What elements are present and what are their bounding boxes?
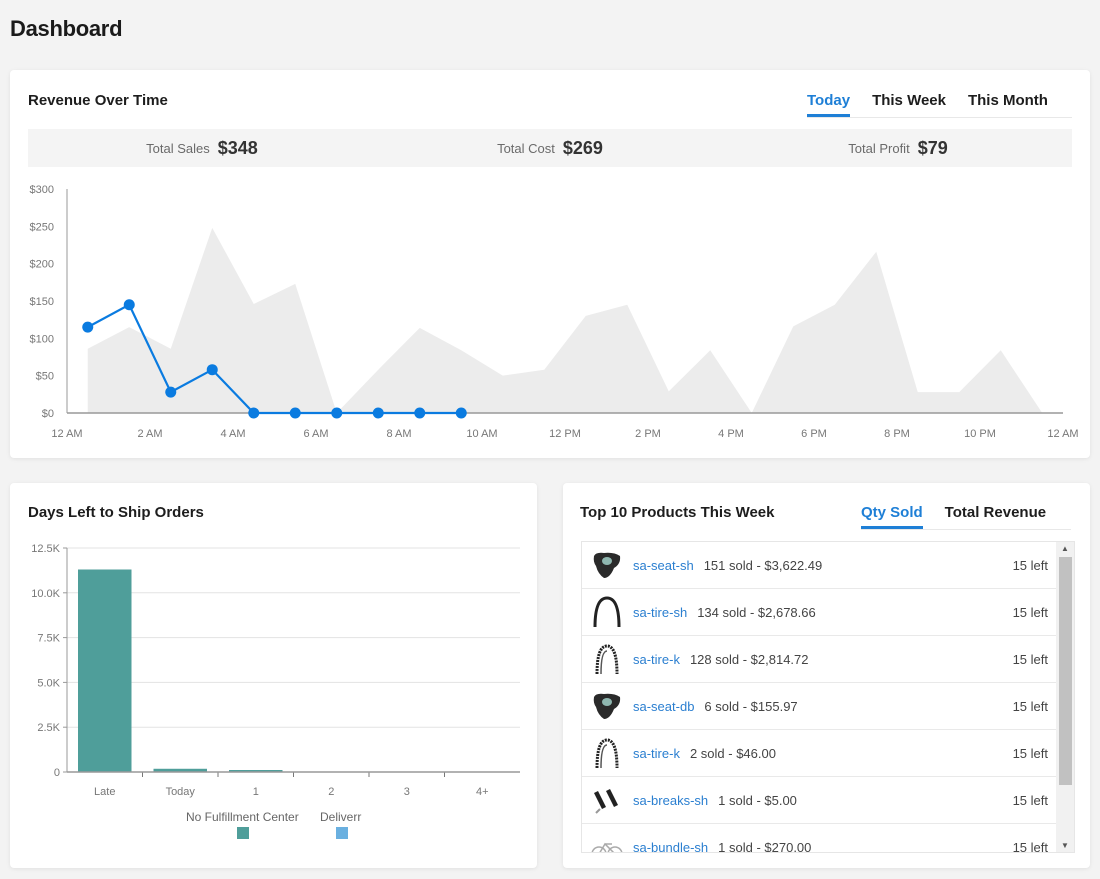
x-tick-label: 2 PM: [635, 428, 661, 440]
product-stock: 15 left: [1012, 698, 1048, 714]
scroll-down-arrow[interactable]: ▼: [1061, 841, 1069, 850]
scroll-thumb[interactable]: [1059, 557, 1072, 785]
shipping-card: Days Left to Ship Orders 0 2.5K 5.0K 7.5K 10…: [10, 483, 537, 868]
x-tick-label: 2 AM: [137, 428, 162, 440]
x-tick-label: 1: [253, 786, 259, 798]
product-row[interactable]: sa-breaks-sh 1 sold - $5.00 15 left: [582, 777, 1056, 824]
knobby-tire-icon: [588, 640, 626, 678]
today-point: [123, 299, 135, 311]
product-row[interactable]: sa-tire-sh 134 sold - $2,678.66 15 left: [582, 589, 1056, 636]
product-sales-info: 128 sold - $2,814.72: [689, 651, 809, 667]
tire-icon: [588, 593, 626, 631]
product-stock: 15 left: [1012, 745, 1048, 761]
product-sales-info: 151 sold - $3,622.49: [703, 557, 823, 573]
product-row[interactable]: sa-tire-k 128 sold - $2,814.72 15 left: [582, 636, 1056, 683]
today-point: [372, 407, 384, 419]
product-list-scrollbar[interactable]: ▲ ▼: [1056, 542, 1074, 852]
knobby-tire-icon: [588, 734, 626, 772]
x-tick-label: 10 PM: [964, 428, 996, 440]
y-tick-label: 0: [54, 767, 60, 779]
product-list: sa-seat-sh 151 sold - $3,622.49 15 left …: [581, 541, 1075, 853]
y-tick-label: 5.0K: [37, 677, 60, 689]
y-tick-label: $150: [30, 296, 54, 308]
y-tick-label: $0: [42, 408, 54, 420]
today-point: [331, 407, 343, 419]
product-stock: 15 left: [1012, 792, 1048, 808]
product-sales-info: 2 sold - $46.00: [689, 745, 776, 761]
products-card: Top 10 Products This Week Qty Sold Total…: [563, 483, 1090, 868]
legend-deliverr: Deliverr: [320, 810, 362, 824]
x-tick-label: Late: [94, 786, 115, 798]
x-tick-label: 12 AM: [1047, 428, 1078, 440]
x-tick-label: 12 PM: [549, 428, 581, 440]
product-sales-info: 6 sold - $155.97: [704, 698, 798, 714]
seat-icon: [588, 546, 626, 584]
today-point: [289, 407, 301, 419]
legend-swatch-no-fulfillment: [237, 827, 249, 839]
legend-no-fulfillment: No Fulfillment Center: [186, 810, 299, 824]
x-tick-label: 10 AM: [466, 428, 497, 440]
product-sales-info: 1 sold - $5.00: [718, 792, 797, 808]
product-stock: 15 left: [1012, 651, 1048, 667]
bar-no-fulfillment: [78, 569, 132, 772]
today-point: [248, 407, 260, 419]
x-tick-label: 6 PM: [801, 428, 827, 440]
product-sku-link[interactable]: sa-bundle-sh: [633, 840, 708, 853]
y-tick-label: $50: [36, 371, 54, 383]
y-tick-label: $200: [30, 259, 54, 271]
tab-total-revenue[interactable]: Total Revenue: [945, 504, 1046, 529]
revenue-chart: $0 $50 $100 $150 $200 $250 $300 12 AM 2 AM 4 AM 6 …: [30, 184, 1079, 440]
y-tick-label: 10.0K: [31, 588, 60, 600]
product-stock: 15 left: [1012, 839, 1048, 853]
today-point: [165, 386, 177, 398]
product-sku-link[interactable]: sa-seat-sh: [633, 558, 694, 573]
revenue-card: Revenue Over Time Today This Week This M…: [10, 70, 1090, 458]
page-title: Dashboard: [10, 16, 123, 41]
product-sku-link[interactable]: sa-seat-db: [633, 699, 694, 714]
brake-pads-icon: [588, 781, 626, 819]
x-tick-label: 6 AM: [303, 428, 328, 440]
products-tabs: Qty Sold Total Revenue: [861, 504, 1071, 530]
x-tick-label: 4 AM: [220, 428, 245, 440]
product-row[interactable]: sa-bundle-sh 1 sold - $270.00 15 left: [582, 824, 1056, 853]
tab-qty-sold[interactable]: Qty Sold: [861, 504, 923, 529]
x-tick-label: 8 PM: [884, 428, 910, 440]
x-tick-label: Today: [166, 786, 196, 798]
y-tick-label: $100: [30, 333, 54, 345]
product-sales-info: 134 sold - $2,678.66: [697, 604, 816, 620]
product-sku-link[interactable]: sa-tire-k: [633, 652, 680, 667]
today-point: [82, 321, 94, 333]
legend-swatch-deliverr: [336, 827, 348, 839]
product-stock: 15 left: [1012, 557, 1048, 573]
comparison-area: [87, 227, 1043, 413]
x-tick-label: 8 AM: [386, 428, 411, 440]
y-tick-label: 2.5K: [37, 722, 60, 734]
product-sku-link[interactable]: sa-breaks-sh: [633, 793, 708, 808]
products-title: Top 10 Products This Week: [580, 504, 775, 521]
scroll-up-arrow[interactable]: ▲: [1061, 544, 1069, 553]
x-tick-label: 4+: [476, 786, 489, 798]
today-point: [455, 407, 467, 419]
product-stock: 15 left: [1012, 604, 1048, 620]
x-tick-label: 3: [404, 786, 410, 798]
product-row[interactable]: sa-tire-k 2 sold - $46.00 15 left: [582, 730, 1056, 777]
y-tick-label: 7.5K: [37, 633, 60, 645]
product-row[interactable]: sa-seat-sh 151 sold - $3,622.49 15 left: [582, 542, 1056, 589]
x-tick-label: 12 AM: [51, 428, 82, 440]
seat-icon: [588, 687, 626, 725]
today-point: [414, 407, 426, 419]
product-row[interactable]: sa-seat-db 6 sold - $155.97 15 left: [582, 683, 1056, 730]
product-sku-link[interactable]: sa-tire-k: [633, 746, 680, 761]
product-sales-info: 1 sold - $270.00: [718, 839, 812, 853]
y-tick-label: $250: [30, 221, 54, 233]
y-tick-label: 12.5K: [31, 543, 60, 555]
x-tick-label: 4 PM: [718, 428, 744, 440]
today-point: [206, 364, 218, 376]
y-tick-label: $300: [30, 184, 54, 196]
x-tick-label: 2: [328, 786, 334, 798]
product-sku-link[interactable]: sa-tire-sh: [633, 605, 687, 620]
bicycle-icon: [588, 828, 626, 852]
